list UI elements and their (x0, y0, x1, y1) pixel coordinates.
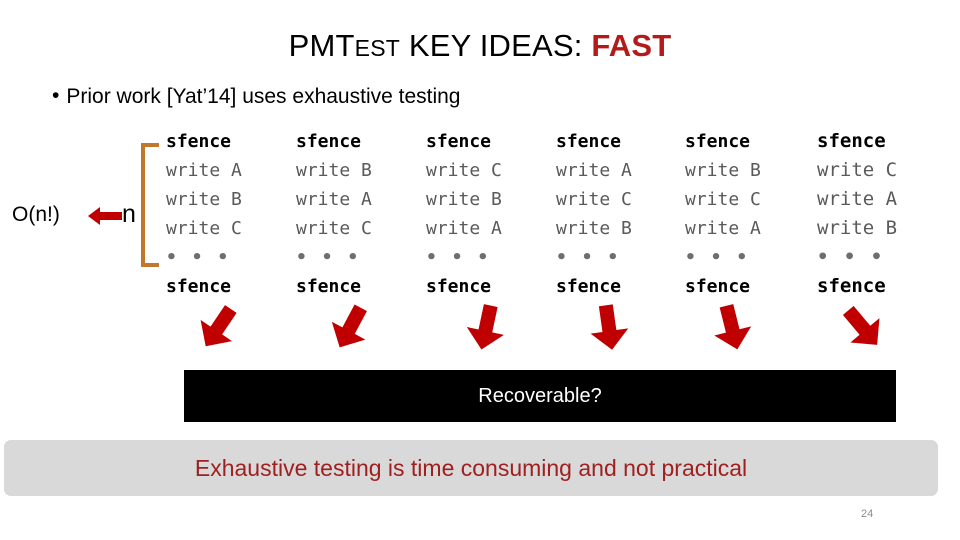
code-line-ellipsis: • • • (426, 247, 491, 268)
callout-box: Exhaustive testing is time consuming and… (4, 440, 938, 496)
code-line: sfence (685, 276, 751, 297)
code-line: write A (556, 160, 632, 181)
title-middle: KEY IDEAS: (400, 28, 592, 63)
code-line: write C (685, 189, 761, 210)
code-columns: sfence write A write B write C • • • sfe… (166, 127, 956, 302)
code-line: sfence (426, 131, 492, 152)
page-title: PMTEST KEY IDEAS: FAST (0, 28, 960, 64)
title-highlight: FAST (591, 28, 672, 63)
code-line: sfence (817, 130, 886, 152)
code-line: write C (166, 218, 242, 239)
code-line: sfence (296, 131, 362, 152)
page-number: 24 (861, 508, 874, 520)
code-line-ellipsis: • • • (296, 247, 361, 268)
code-line: write C (817, 159, 898, 181)
bullet-line: • Prior work [Yat’14] uses exhaustive tes… (52, 85, 461, 109)
code-line: sfence (426, 276, 492, 297)
code-column: sfence write A write B write C • • • sfe… (166, 127, 242, 301)
code-line-ellipsis: • • • (556, 247, 621, 268)
code-line: write B (426, 189, 502, 210)
code-line: write B (685, 160, 761, 181)
code-line: write A (166, 160, 242, 181)
code-line: sfence (166, 131, 232, 152)
code-line-ellipsis: • • • (166, 247, 231, 268)
arrow-row (0, 300, 960, 368)
code-line: write C (556, 189, 632, 210)
code-line: write C (426, 160, 502, 181)
complexity-label: O(n!) (12, 203, 60, 226)
title-smallcaps: EST (354, 35, 400, 61)
down-arrow-icon (833, 298, 893, 359)
code-line: sfence (296, 276, 362, 297)
code-line: write A (296, 189, 372, 210)
recoverable-label: Recoverable? (478, 384, 602, 407)
code-line: write A (685, 218, 761, 239)
code-column: sfence write B write A write C • • • sfe… (296, 127, 372, 301)
code-column: sfence write B write C write A • • • sfe… (685, 127, 761, 301)
code-line: sfence (556, 131, 622, 152)
code-column: sfence write C write A write B • • • sfe… (817, 127, 897, 301)
code-line: write A (817, 188, 898, 210)
down-arrow-icon (322, 298, 379, 357)
down-arrow-icon (586, 302, 632, 353)
left-arrow-icon (88, 206, 122, 226)
code-line: sfence (817, 275, 886, 297)
title-prefix: PMT (288, 28, 355, 63)
bullet-marker-icon: • (52, 84, 60, 107)
callout-text: Exhaustive testing is time consuming and… (194, 454, 748, 481)
code-line-ellipsis: • • • (817, 246, 885, 268)
left-bracket-icon (141, 143, 159, 267)
slide: PMTEST KEY IDEAS: FAST • Prior work [Yat’… (0, 0, 960, 540)
n-label: n (122, 200, 136, 228)
code-column: sfence write C write B write A • • • sfe… (426, 127, 502, 301)
code-line: write A (426, 218, 502, 239)
code-line: write B (817, 217, 898, 239)
code-column: sfence write A write C write B • • • sfe… (556, 127, 632, 301)
down-arrow-icon (707, 301, 757, 355)
recoverable-bar: Recoverable? (184, 370, 896, 422)
code-line: write B (296, 160, 372, 181)
code-line: write B (556, 218, 632, 239)
code-line: write B (166, 189, 242, 210)
bullet-text: Prior work [Yat’14] uses exhaustive test… (66, 85, 461, 108)
code-line: write C (296, 218, 372, 239)
code-line-ellipsis: • • • (685, 247, 750, 268)
code-line: sfence (556, 276, 622, 297)
code-line: sfence (166, 276, 232, 297)
down-arrow-icon (189, 298, 248, 359)
down-arrow-icon (462, 301, 511, 354)
code-line: sfence (685, 131, 751, 152)
